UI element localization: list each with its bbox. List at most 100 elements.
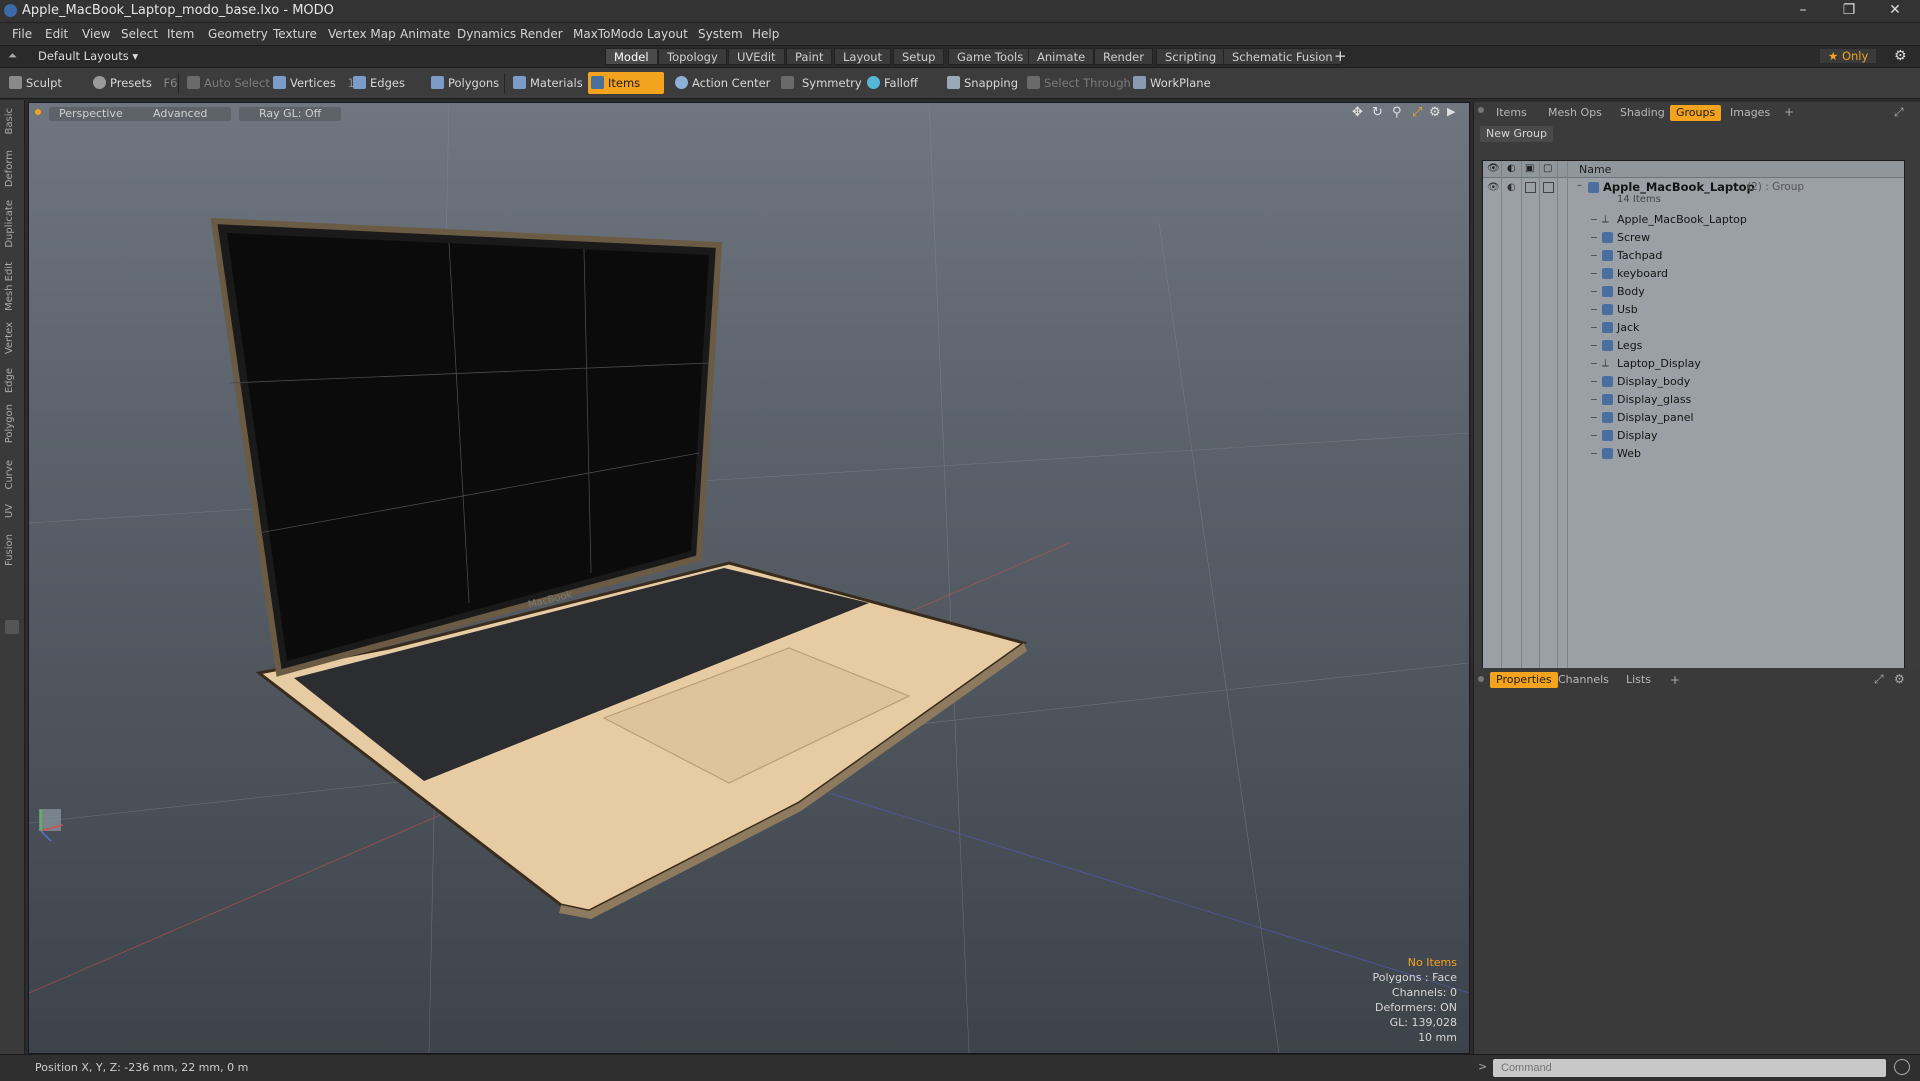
items-button[interactable]: Items: [588, 72, 664, 94]
tab-properties[interactable]: Properties: [1490, 672, 1558, 688]
select-through-button[interactable]: Select Through: [1024, 72, 1137, 94]
group-row[interactable]: 👁 ◐ – Apple_MacBook_Laptop (2) : Group 1…: [1483, 179, 1904, 209]
close-button[interactable]: ✕: [1872, 0, 1918, 22]
tab-channels[interactable]: Channels: [1552, 672, 1615, 688]
tab-items[interactable]: Items: [1490, 105, 1533, 121]
menu-view[interactable]: View: [82, 27, 110, 41]
menu-layout[interactable]: Layout: [647, 27, 688, 41]
tab-uvedit[interactable]: UVEdit: [728, 48, 785, 65]
render-toggle-icon[interactable]: ◐: [1507, 182, 1516, 193]
tab-setup[interactable]: Setup: [893, 48, 945, 65]
falloff-button[interactable]: Falloff: [864, 72, 924, 94]
select-column-icon[interactable]: ▢: [1543, 163, 1552, 174]
list-item[interactable]: Display: [1483, 427, 1904, 445]
palette-tab-mesh-edit[interactable]: Mesh Edit: [4, 262, 15, 311]
palette-tab-uv[interactable]: UV: [4, 504, 15, 518]
tab-animate[interactable]: Animate: [1028, 48, 1095, 65]
menu-dynamics[interactable]: Dynamics: [457, 27, 516, 41]
list-item[interactable]: ⟂ Apple_MacBook_Laptop: [1483, 211, 1904, 229]
tab-game-tools[interactable]: Game Tools: [948, 48, 1033, 65]
tab-images[interactable]: Images: [1724, 105, 1776, 121]
menu-select[interactable]: Select: [121, 27, 158, 41]
menu-edit[interactable]: Edit: [45, 27, 68, 41]
visibility-column-icon[interactable]: 👁: [1487, 163, 1500, 174]
expand-panel-icon[interactable]: ⤢: [1874, 672, 1884, 687]
palette-tab-edge[interactable]: Edge: [4, 368, 15, 393]
list-item[interactable]: keyboard: [1483, 265, 1904, 283]
add-tab-icon[interactable]: +: [1784, 105, 1794, 119]
palette-tab-fusion[interactable]: Fusion: [4, 534, 15, 566]
gear-icon[interactable]: ⚙: [1894, 48, 1907, 64]
action-center-button[interactable]: Action Center: [672, 72, 776, 94]
tab-scripting[interactable]: Scripting: [1156, 48, 1226, 65]
list-item[interactable]: Legs: [1483, 337, 1904, 355]
name-column-header[interactable]: Name: [1579, 163, 1611, 176]
polygons-button[interactable]: Polygons: [428, 72, 505, 94]
tab-mesh-ops[interactable]: Mesh Ops: [1542, 105, 1608, 121]
add-tab-button[interactable]: +: [1334, 47, 1347, 65]
layout-toggle-icon[interactable]: ⏶: [8, 49, 17, 63]
palette-tab-basic[interactable]: Basic: [4, 108, 15, 134]
vertices-button[interactable]: Vertices 1: [270, 72, 361, 94]
lock-column-icon[interactable]: ▣: [1525, 163, 1534, 174]
palette-tab-curve[interactable]: Curve: [4, 460, 15, 490]
materials-button[interactable]: Materials: [510, 72, 589, 94]
list-item[interactable]: Display_glass: [1483, 391, 1904, 409]
list-item[interactable]: Display_body: [1483, 373, 1904, 391]
command-input[interactable]: [1493, 1059, 1886, 1077]
list-item[interactable]: Display_panel: [1483, 409, 1904, 427]
symmetry-button[interactable]: Symmetry: [776, 72, 868, 94]
select-checkbox[interactable]: [1543, 182, 1554, 193]
auto-select-button[interactable]: Auto Select: [184, 72, 276, 94]
tab-groups[interactable]: Groups: [1670, 105, 1722, 121]
list-item[interactable]: Tachpad: [1483, 247, 1904, 265]
sculpt-button[interactable]: Sculpt: [6, 72, 68, 94]
tab-render[interactable]: Render: [1094, 48, 1153, 65]
list-item[interactable]: Usb: [1483, 301, 1904, 319]
menu-item[interactable]: Item: [167, 27, 194, 41]
menu-geometry[interactable]: Geometry: [208, 27, 268, 41]
add-tab-icon[interactable]: +: [1670, 673, 1680, 687]
list-item[interactable]: ⟂ Laptop_Display: [1483, 355, 1904, 373]
tab-layout[interactable]: Layout: [834, 48, 892, 65]
list-item[interactable]: Body: [1483, 283, 1904, 301]
new-group-button[interactable]: New Group: [1480, 126, 1553, 142]
menu-animate[interactable]: Animate: [400, 27, 450, 41]
palette-tab-duplicate[interactable]: Duplicate: [4, 200, 15, 248]
snapping-button[interactable]: Snapping: [944, 72, 1024, 94]
menu-texture[interactable]: Texture: [273, 27, 317, 41]
list-item[interactable]: Jack: [1483, 319, 1904, 337]
default-layouts-dropdown[interactable]: Default Layouts ▾: [38, 49, 138, 63]
menu-file[interactable]: File: [12, 27, 32, 41]
lock-checkbox[interactable]: [1525, 182, 1536, 193]
menu-system[interactable]: System: [698, 27, 743, 41]
tab-shading[interactable]: Shading: [1614, 105, 1671, 121]
palette-tab-deform[interactable]: Deform: [4, 150, 15, 187]
list-item[interactable]: Web: [1483, 445, 1904, 463]
list-item[interactable]: Screw: [1483, 229, 1904, 247]
palette-tab-polygon[interactable]: Polygon: [4, 404, 15, 443]
collapse-arrow-icon[interactable]: –: [1577, 180, 1582, 191]
tab-schematic-fusion[interactable]: Schematic Fusion: [1223, 48, 1342, 65]
menu-vertex-map[interactable]: Vertex Map: [328, 27, 396, 41]
render-column-icon[interactable]: ◐: [1507, 163, 1516, 174]
maximize-button[interactable]: ❐: [1826, 0, 1872, 22]
3d-viewport[interactable]: Perspective Advanced Ray GL: Off ✥ ↻ ⚲ ⤢…: [28, 102, 1470, 1054]
tab-model[interactable]: Model: [605, 48, 658, 65]
only-toggle[interactable]: ★ Only: [1820, 49, 1877, 63]
menu-render[interactable]: Render: [520, 27, 563, 41]
palette-toggle-button[interactable]: [5, 620, 19, 634]
visibility-eye-icon[interactable]: 👁: [1487, 182, 1500, 193]
menu-maxtomodo[interactable]: MaxToModo: [573, 27, 643, 41]
tab-paint[interactable]: Paint: [786, 48, 833, 65]
menu-help[interactable]: Help: [752, 27, 779, 41]
gear-icon[interactable]: ⚙: [1894, 672, 1905, 686]
minimize-button[interactable]: –: [1780, 0, 1826, 22]
workplane-button[interactable]: WorkPlane: [1130, 72, 1217, 94]
expand-panel-icon[interactable]: ⤢: [1894, 105, 1904, 120]
tab-topology[interactable]: Topology: [658, 48, 727, 65]
palette-tab-vertex[interactable]: Vertex: [4, 322, 15, 354]
command-history-icon[interactable]: [1894, 1059, 1910, 1075]
tab-lists[interactable]: Lists: [1620, 672, 1657, 688]
presets-button[interactable]: Presets F6: [90, 72, 183, 94]
